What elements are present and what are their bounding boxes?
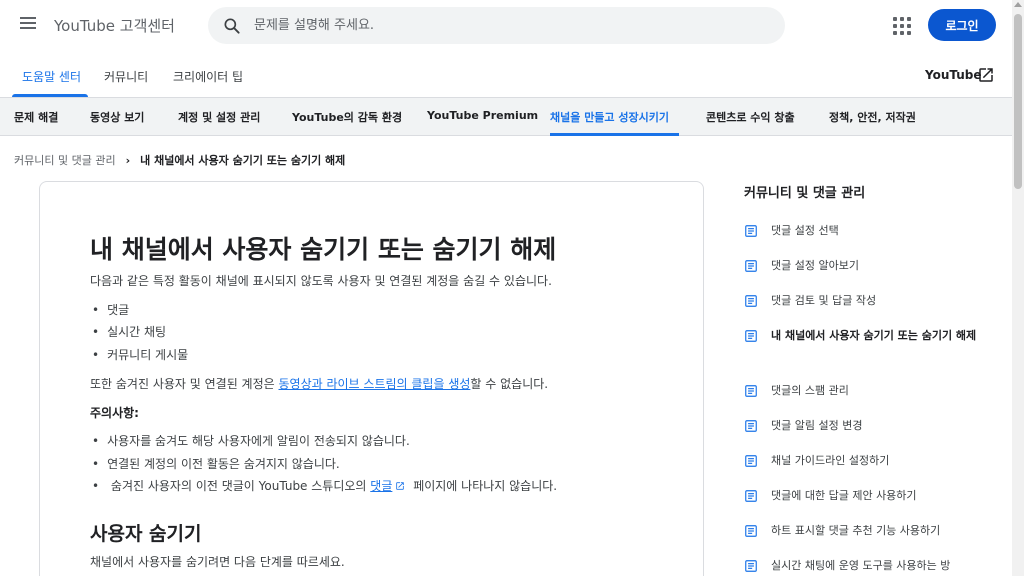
help-subnav: 도움말 센터 커뮤니티 크리에이터 팁 YouTube bbox=[0, 52, 1012, 98]
active-category-indicator bbox=[550, 133, 679, 136]
sidebar-item-label: 댓글 검토 및 답글 작성 bbox=[771, 294, 877, 307]
document-icon bbox=[745, 260, 757, 272]
tab-watch-videos[interactable]: 동영상 보기 bbox=[90, 109, 144, 125]
open-external-icon[interactable] bbox=[395, 481, 405, 491]
sidebar-item[interactable]: 하트 표시할 댓글 추천 기능 사용하기 bbox=[744, 521, 984, 541]
document-icon bbox=[745, 455, 757, 467]
sidebar-item-label: 댓글 설정 알아보기 bbox=[771, 259, 859, 272]
activity-item: 커뮤니티 게시물 bbox=[92, 346, 188, 363]
document-icon bbox=[745, 490, 757, 502]
top-header: YouTube 고객센터 로그인 bbox=[0, 0, 1012, 52]
search-input[interactable] bbox=[254, 7, 774, 44]
document-icon bbox=[745, 295, 757, 307]
tab-troubleshoot[interactable]: 문제 해결 bbox=[14, 109, 58, 125]
document-icon bbox=[745, 385, 757, 397]
activity-item: 댓글 bbox=[92, 301, 129, 318]
subnav-creator-tips[interactable]: 크리에이터 팁 bbox=[173, 68, 243, 85]
active-tab-indicator bbox=[12, 94, 88, 97]
breadcrumb: 커뮤니티 및 댓글 관리 › 내 채널에서 사용자 숨기기 또는 숨기기 해제 bbox=[14, 152, 345, 168]
document-icon bbox=[745, 420, 757, 432]
chevron-right-icon: › bbox=[125, 154, 131, 167]
section-title: 사용자 숨기기 bbox=[90, 523, 202, 545]
menu-icon[interactable] bbox=[17, 14, 39, 36]
sidebar-item[interactable]: 채널 가이드라인 설정하기 bbox=[744, 451, 984, 471]
document-icon bbox=[745, 225, 757, 237]
subnav-help-center[interactable]: 도움말 센터 bbox=[22, 68, 81, 85]
tab-policy[interactable]: 정책, 안전, 저작권 bbox=[829, 109, 916, 125]
sidebar-item[interactable]: 실시간 채팅에 운영 도구를 사용하는 방 bbox=[744, 556, 984, 576]
tab-premium[interactable]: YouTube Premium bbox=[427, 109, 538, 122]
sidebar-item[interactable]: 댓글에 대한 답글 제안 사용하기 bbox=[744, 486, 984, 506]
sidebar-item[interactable]: 댓글 설정 알아보기 bbox=[744, 256, 984, 276]
search-icon[interactable] bbox=[222, 16, 242, 36]
scroll-thumb[interactable] bbox=[1014, 14, 1022, 189]
note-item: 숨겨진 사용자의 이전 댓글이 YouTube 스튜디오의 댓글 페이지에 나타… bbox=[92, 477, 557, 494]
scroll-up-arrow-icon[interactable] bbox=[1014, 2, 1022, 7]
tab-supervised[interactable]: YouTube의 감독 환경 bbox=[292, 109, 402, 125]
page-scrollbar[interactable] bbox=[1012, 0, 1024, 576]
document-icon bbox=[745, 560, 757, 572]
search-bar[interactable] bbox=[208, 7, 785, 44]
sidebar-item[interactable]: 댓글 설정 선택 bbox=[744, 221, 984, 241]
page-title: 내 채널에서 사용자 숨기기 또는 숨기기 해제 bbox=[90, 235, 557, 264]
tab-account-settings[interactable]: 계정 및 설정 관리 bbox=[178, 109, 260, 125]
clip-link[interactable]: 동영상과 라이브 스트림의 클립을 생성 bbox=[279, 377, 471, 391]
site-brand[interactable]: YouTube 고객센터 bbox=[54, 15, 175, 36]
sidebar-item[interactable]: 내 채널에서 사용자 숨기기 또는 숨기기 해제 bbox=[744, 326, 984, 370]
sidebar-item-label: 댓글에 대한 답글 제안 사용하기 bbox=[771, 489, 917, 502]
sidebar-item-label: 댓글의 스팸 관리 bbox=[771, 384, 849, 397]
sidebar-item-label: 채널 가이드라인 설정하기 bbox=[771, 454, 890, 467]
sidebar-item[interactable]: 댓글의 스팸 관리 bbox=[744, 381, 984, 401]
document-icon bbox=[745, 330, 757, 342]
sidebar-item-label: 내 채널에서 사용자 숨기기 또는 숨기기 해제 bbox=[771, 329, 977, 342]
sidebar-item-label: 댓글 설정 선택 bbox=[771, 224, 839, 237]
document-icon bbox=[745, 525, 757, 537]
subnav-community[interactable]: 커뮤니티 bbox=[104, 68, 148, 85]
sidebar-item-label: 실시간 채팅에 운영 도구를 사용하는 방 bbox=[771, 559, 951, 572]
category-tabs: 문제 해결 동영상 보기 계정 및 설정 관리 YouTube의 감독 환경 Y… bbox=[0, 98, 1012, 136]
sidebar-title: 커뮤니티 및 댓글 관리 bbox=[744, 186, 866, 201]
sidebar-item[interactable]: 댓글 알림 설정 변경 bbox=[744, 416, 984, 436]
clip-paragraph: 또한 숨겨진 사용자 및 연결된 계정은 동영상과 라이브 스트림의 클립을 생… bbox=[90, 377, 549, 391]
tab-grow-channel[interactable]: 채널을 만들고 성장시키기 bbox=[550, 109, 669, 125]
sidebar-item-label: 댓글 알림 설정 변경 bbox=[771, 419, 863, 432]
comments-link[interactable]: 댓글 bbox=[370, 479, 392, 493]
sidebar-item-label: 하트 표시할 댓글 추천 기능 사용하기 bbox=[771, 524, 941, 537]
article-intro: 다음과 같은 특정 활동이 채널에 표시되지 않도록 사용자 및 연결된 계정을… bbox=[90, 274, 552, 288]
notes-heading: 주의사항: bbox=[90, 406, 139, 420]
apps-grid-icon[interactable] bbox=[893, 17, 911, 35]
tab-monetize[interactable]: 콘텐츠로 수익 창출 bbox=[706, 109, 795, 125]
sidebar-item[interactable]: 댓글 검토 및 답글 작성 bbox=[744, 291, 984, 311]
note-item: 연결된 계정의 이전 활동은 숨겨지지 않습니다. bbox=[92, 455, 340, 472]
open-external-icon[interactable] bbox=[977, 66, 995, 84]
note-item: 사용자를 숨겨도 해당 사용자에게 알림이 전송되지 않습니다. bbox=[92, 432, 410, 449]
breadcrumb-parent[interactable]: 커뮤니티 및 댓글 관리 bbox=[14, 154, 116, 167]
login-button[interactable]: 로그인 bbox=[928, 9, 996, 41]
breadcrumb-current: 내 채널에서 사용자 숨기기 또는 숨기기 해제 bbox=[140, 154, 346, 167]
youtube-link[interactable]: YouTube bbox=[925, 68, 982, 82]
activity-item: 실시간 채팅 bbox=[92, 323, 166, 340]
section-intro: 채널에서 사용자를 숨기려면 다음 단계를 따르세요. bbox=[90, 555, 345, 569]
